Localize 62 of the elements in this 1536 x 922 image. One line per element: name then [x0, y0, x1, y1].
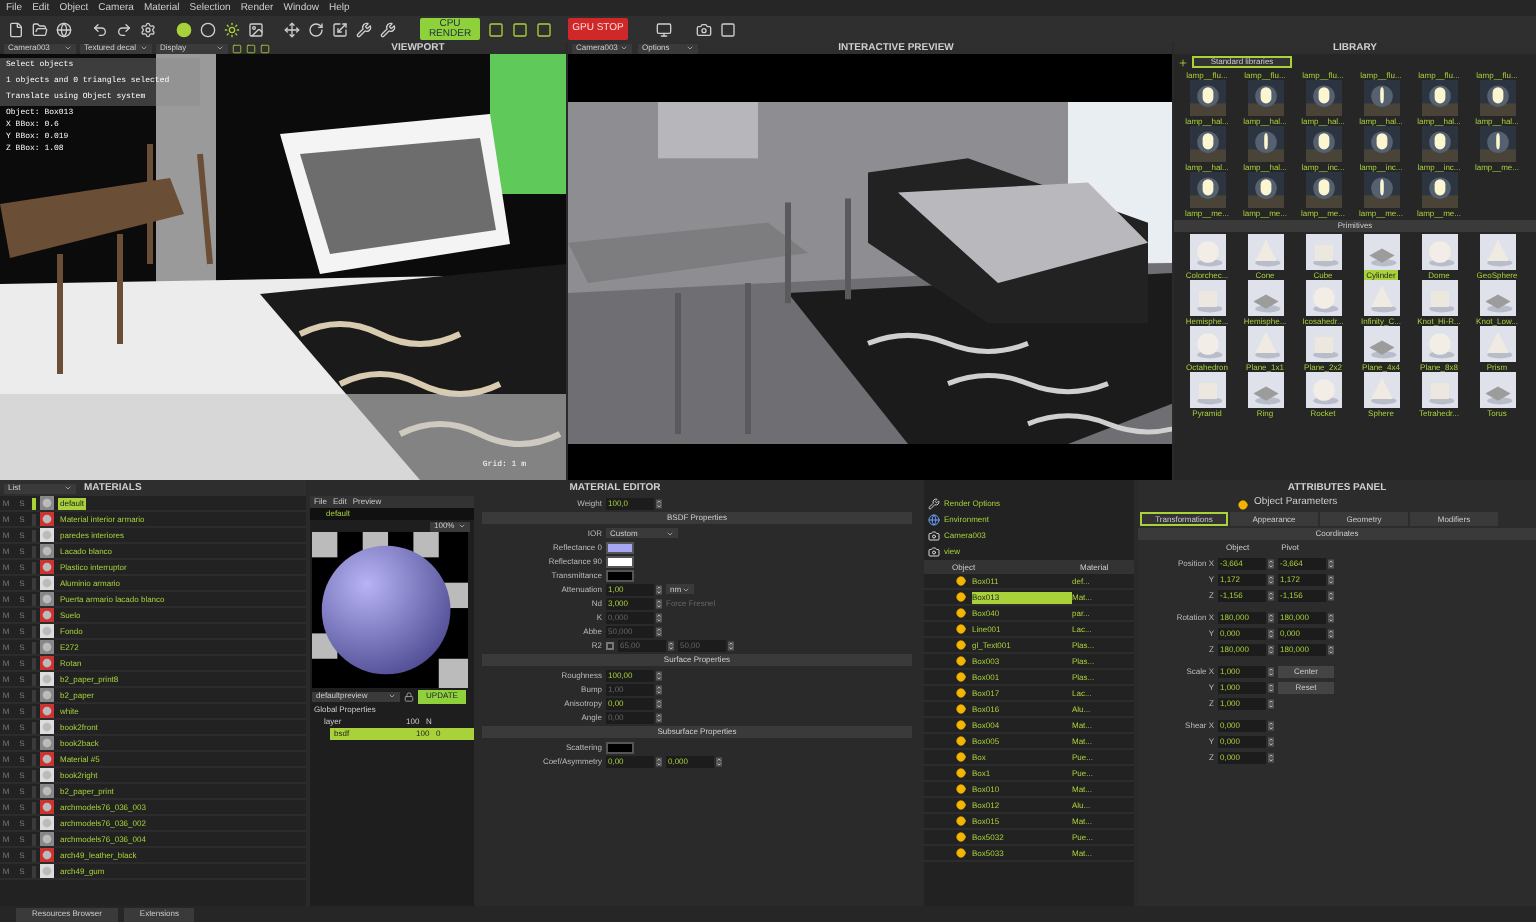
spinner-icon[interactable]	[1328, 612, 1334, 624]
spinner-icon[interactable]	[656, 583, 662, 595]
spinner-icon[interactable]	[656, 683, 662, 695]
spinner-icon[interactable]	[716, 755, 722, 767]
color-swatch[interactable]	[606, 569, 634, 581]
light-icon[interactable]	[224, 21, 240, 37]
spinner-icon[interactable]	[656, 669, 662, 681]
spinner-icon[interactable]	[1268, 612, 1274, 624]
spinner-icon[interactable]	[1328, 644, 1334, 656]
globe-icon	[928, 514, 940, 526]
rotate-icon[interactable]	[308, 21, 324, 37]
camera-icon[interactable]	[696, 21, 712, 37]
sphere-icon[interactable]	[176, 21, 192, 37]
object-icon	[1238, 499, 1248, 509]
spinner-icon[interactable]	[1268, 736, 1274, 748]
texture-icon[interactable]	[248, 21, 264, 37]
wrench-icon[interactable]	[356, 21, 372, 37]
spinner-icon[interactable]	[656, 625, 662, 637]
spinner-icon[interactable]	[1268, 752, 1274, 764]
spinner-icon[interactable]	[1328, 590, 1334, 602]
spinner-icon[interactable]	[656, 697, 662, 709]
camera-icon	[928, 530, 940, 542]
color-swatch[interactable]	[606, 541, 634, 553]
spinner-icon[interactable]	[1268, 720, 1274, 732]
spinner-icon[interactable]	[656, 597, 662, 609]
spinner-icon[interactable]	[1328, 628, 1334, 640]
spinner-icon[interactable]	[656, 711, 662, 723]
spinner-icon[interactable]	[1268, 590, 1274, 602]
settings-icon[interactable]	[140, 21, 156, 37]
fullscreen-icon[interactable]	[720, 21, 736, 37]
color-swatch[interactable]	[606, 741, 634, 753]
spinner-icon[interactable]	[656, 611, 662, 623]
spinner-icon[interactable]	[1328, 558, 1334, 570]
frame-icon[interactable]	[512, 21, 528, 37]
spinner-icon[interactable]	[1268, 628, 1274, 640]
spinner-icon[interactable]	[1268, 574, 1274, 586]
spinner-icon[interactable]	[656, 497, 662, 509]
spinner-icon[interactable]	[1328, 574, 1334, 586]
undo-icon[interactable]	[92, 21, 108, 37]
tool-icon[interactable]	[380, 21, 396, 37]
spinner-icon[interactable]	[1268, 644, 1274, 656]
wrench-icon	[928, 498, 940, 510]
spinner-icon[interactable]	[656, 755, 662, 767]
globe-icon[interactable]	[56, 21, 72, 37]
region-icon[interactable]	[488, 21, 504, 37]
lock-icon[interactable]	[404, 691, 414, 701]
color-swatch[interactable]	[606, 555, 634, 567]
move-icon[interactable]	[284, 21, 300, 37]
scale-icon[interactable]	[332, 21, 348, 37]
folder-icon[interactable]	[32, 21, 48, 37]
window-icon[interactable]	[536, 21, 552, 37]
spinner-icon[interactable]	[728, 639, 734, 651]
new-file-icon[interactable]	[8, 21, 24, 37]
camera-icon	[928, 546, 940, 558]
monitor-icon[interactable]	[656, 21, 672, 37]
spinner-icon[interactable]	[1268, 558, 1274, 570]
spinner-icon[interactable]	[1268, 666, 1274, 678]
spinner-icon[interactable]	[1268, 682, 1274, 694]
spinner-icon[interactable]	[1268, 698, 1274, 710]
redo-icon[interactable]	[116, 21, 132, 37]
add-icon[interactable]	[1178, 57, 1188, 67]
spinner-icon[interactable]	[668, 639, 674, 651]
